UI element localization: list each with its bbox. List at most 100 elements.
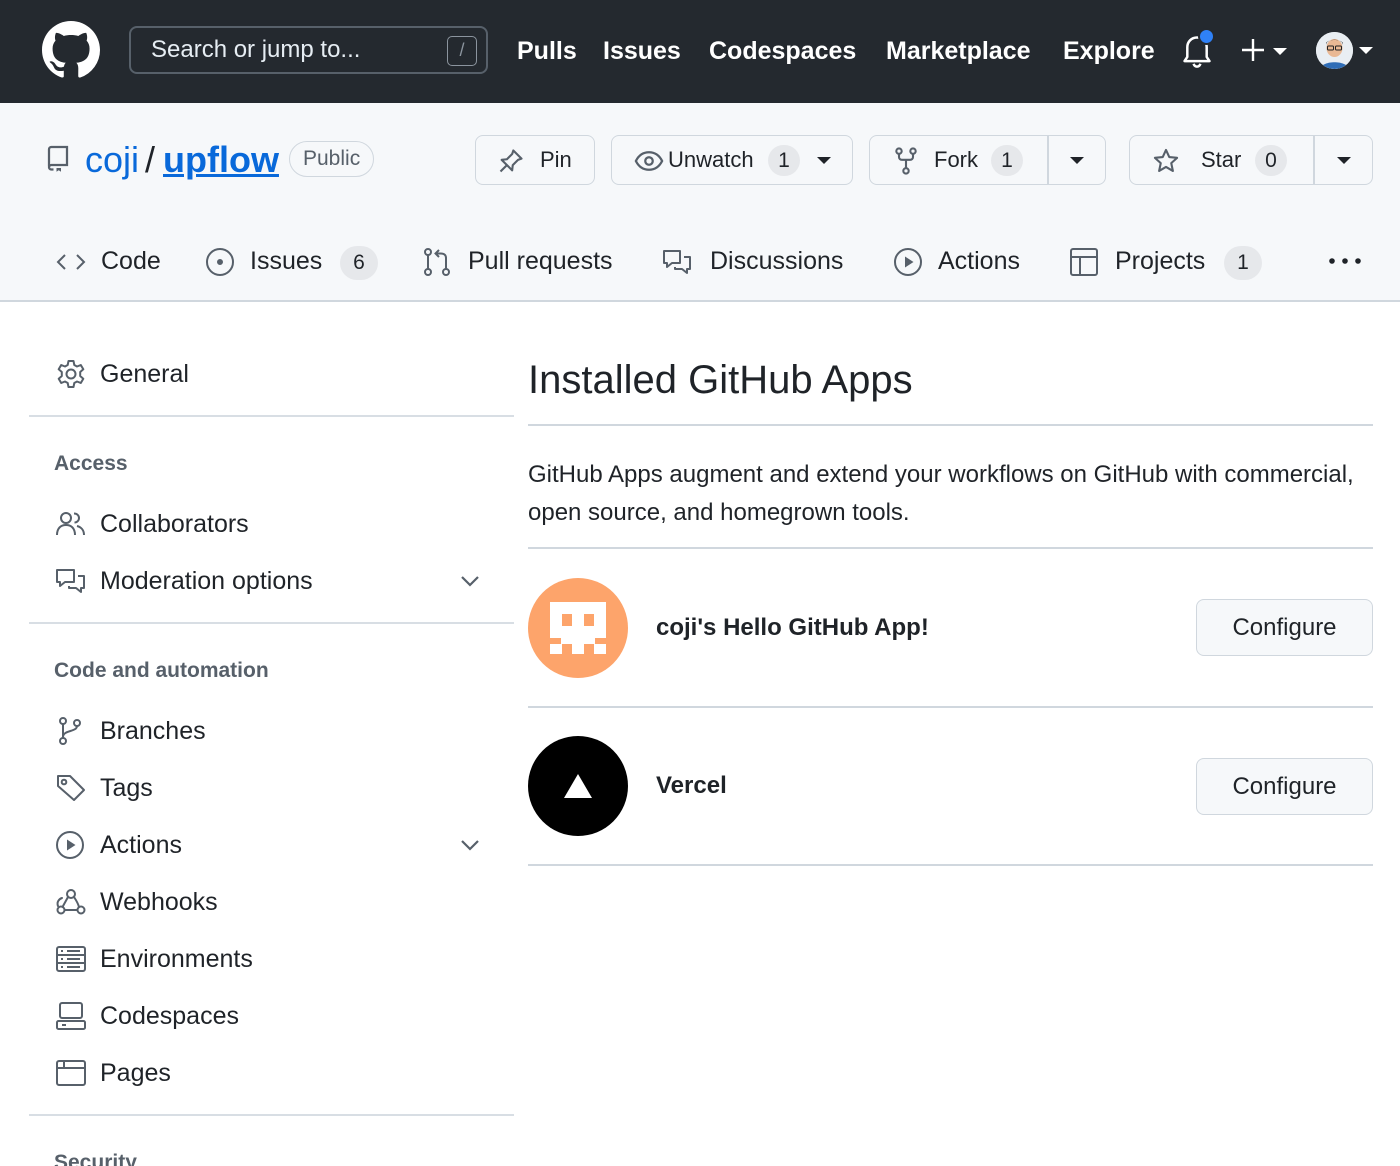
sidebar-label: Pages (100, 1059, 171, 1087)
issues-count: 6 (340, 246, 378, 280)
code-icon (56, 254, 86, 270)
sidebar-item-pages[interactable]: Pages (55, 1053, 495, 1093)
create-new-plus-icon[interactable] (1240, 36, 1292, 66)
identicon-icon (550, 602, 606, 654)
description-divider (528, 547, 1373, 549)
repo-owner-link[interactable]: coji (85, 137, 139, 183)
github-logo-icon[interactable] (42, 21, 100, 79)
chevron-down-icon (1359, 47, 1373, 54)
sidebar-heading-code-automation: Code and automation (54, 659, 269, 682)
tab-code[interactable]: Code (101, 239, 161, 283)
tab-actions[interactable]: Actions (938, 239, 1020, 283)
list-divider (528, 706, 1373, 708)
sidebar-item-general[interactable]: General (55, 354, 495, 394)
unwatch-label: Unwatch (668, 147, 754, 172)
chevron-down-icon[interactable] (459, 571, 481, 591)
page-title: Installed GitHub Apps (528, 358, 913, 402)
fork-label: Fork (934, 147, 978, 172)
global-search[interactable]: / (129, 26, 488, 74)
tab-projects[interactable]: Projects (1115, 239, 1205, 283)
sidebar-label: Collaborators (100, 510, 249, 538)
sidebar-item-collaborators[interactable]: Collaborators (55, 504, 495, 544)
projects-count: 1 (1224, 246, 1262, 280)
user-menu[interactable] (1316, 32, 1376, 70)
eye-icon (634, 151, 664, 171)
tab-pull-requests[interactable]: Pull requests (468, 239, 613, 283)
sidebar-item-actions[interactable]: Actions (55, 825, 495, 865)
sidebar-item-codespaces[interactable]: Codespaces (55, 996, 495, 1036)
app-name: coji's Hello GitHub App! (656, 614, 929, 641)
git-branch-icon (59, 717, 81, 745)
tab-discussions[interactable]: Discussions (710, 239, 843, 283)
issue-opened-icon (206, 248, 234, 276)
people-icon (56, 512, 85, 536)
configure-button[interactable]: Configure (1196, 599, 1373, 656)
configure-button[interactable]: Configure (1196, 758, 1373, 815)
search-input[interactable] (151, 28, 441, 72)
gear-icon (57, 360, 85, 388)
avatar (1316, 32, 1353, 69)
server-icon (56, 946, 86, 972)
sidebar-label: Branches (100, 717, 206, 745)
discussions-icon (663, 250, 691, 274)
fork-icon (895, 147, 917, 175)
vercel-triangle-icon (564, 774, 592, 798)
comment-discussion-icon (56, 569, 85, 593)
sidebar-heading-security: Security (54, 1151, 137, 1166)
sidebar-label: Webhooks (100, 888, 218, 916)
caret-down-icon (817, 157, 831, 164)
star-icon (1153, 148, 1179, 172)
pin-label: Pin (540, 147, 572, 172)
app-avatar (528, 736, 628, 836)
nav-codespaces[interactable]: Codespaces (709, 34, 856, 68)
sidebar-divider (29, 1114, 514, 1116)
search-shortcut-key: / (447, 36, 477, 66)
sidebar-divider (29, 622, 514, 624)
sidebar-label: General (100, 360, 189, 388)
tag-icon (57, 775, 85, 801)
fork-dropdown-caret-icon[interactable] (1069, 156, 1085, 166)
sidebar-item-environments[interactable]: Environments (55, 939, 495, 979)
unwatch-button[interactable]: Unwatch 1 (611, 135, 853, 185)
sidebar-item-webhooks[interactable]: Webhooks (55, 882, 495, 922)
list-divider (528, 864, 1373, 866)
pin-button[interactable]: Pin (475, 135, 595, 185)
sidebar-label: Moderation options (100, 567, 313, 595)
fork-button-group[interactable]: Fork 1 (869, 135, 1106, 185)
git-pull-request-icon (424, 248, 450, 276)
repo-icon (47, 145, 69, 172)
star-label: Star (1201, 147, 1242, 172)
sidebar-label: Environments (100, 945, 253, 973)
table-projects-icon (1070, 248, 1098, 276)
sidebar-label: Codespaces (100, 1002, 239, 1030)
global-header: / Pulls Issues Codespaces Marketplace Ex… (0, 0, 1400, 103)
sidebar-divider (29, 415, 514, 417)
sidebar-item-tags[interactable]: Tags (55, 768, 495, 808)
sidebar-item-moderation-options[interactable]: Moderation options (55, 561, 495, 601)
nav-pulls[interactable]: Pulls (517, 34, 577, 68)
play-actions-icon (894, 248, 922, 276)
star-button-group[interactable]: Star 0 (1129, 135, 1373, 185)
browser-icon (56, 1060, 86, 1086)
star-dropdown-caret-icon[interactable] (1336, 156, 1352, 166)
star-count: 0 (1255, 145, 1287, 176)
pin-icon (499, 149, 523, 173)
webhook-icon (56, 889, 86, 915)
star-split-divider (1313, 136, 1315, 184)
repo-name-link[interactable]: upflow (163, 137, 279, 183)
sidebar-item-branches[interactable]: Branches (55, 711, 495, 751)
app-name: Vercel (656, 772, 727, 799)
visibility-badge: Public (289, 141, 375, 177)
fork-count: 1 (991, 145, 1023, 176)
tab-issues[interactable]: Issues (250, 239, 322, 283)
repo-path-separator: / (145, 139, 156, 180)
kebab-more-icon[interactable] (1327, 256, 1363, 266)
fork-split-divider (1047, 136, 1049, 184)
nav-issues[interactable]: Issues (603, 34, 681, 68)
nav-explore[interactable]: Explore (1063, 34, 1155, 68)
nav-marketplace[interactable]: Marketplace (886, 34, 1031, 68)
repo-header: coji / upflow Public Pin Unwatch 1 Fork (0, 103, 1400, 302)
app-avatar (528, 578, 628, 678)
title-divider (528, 424, 1373, 426)
chevron-down-icon[interactable] (459, 835, 481, 855)
